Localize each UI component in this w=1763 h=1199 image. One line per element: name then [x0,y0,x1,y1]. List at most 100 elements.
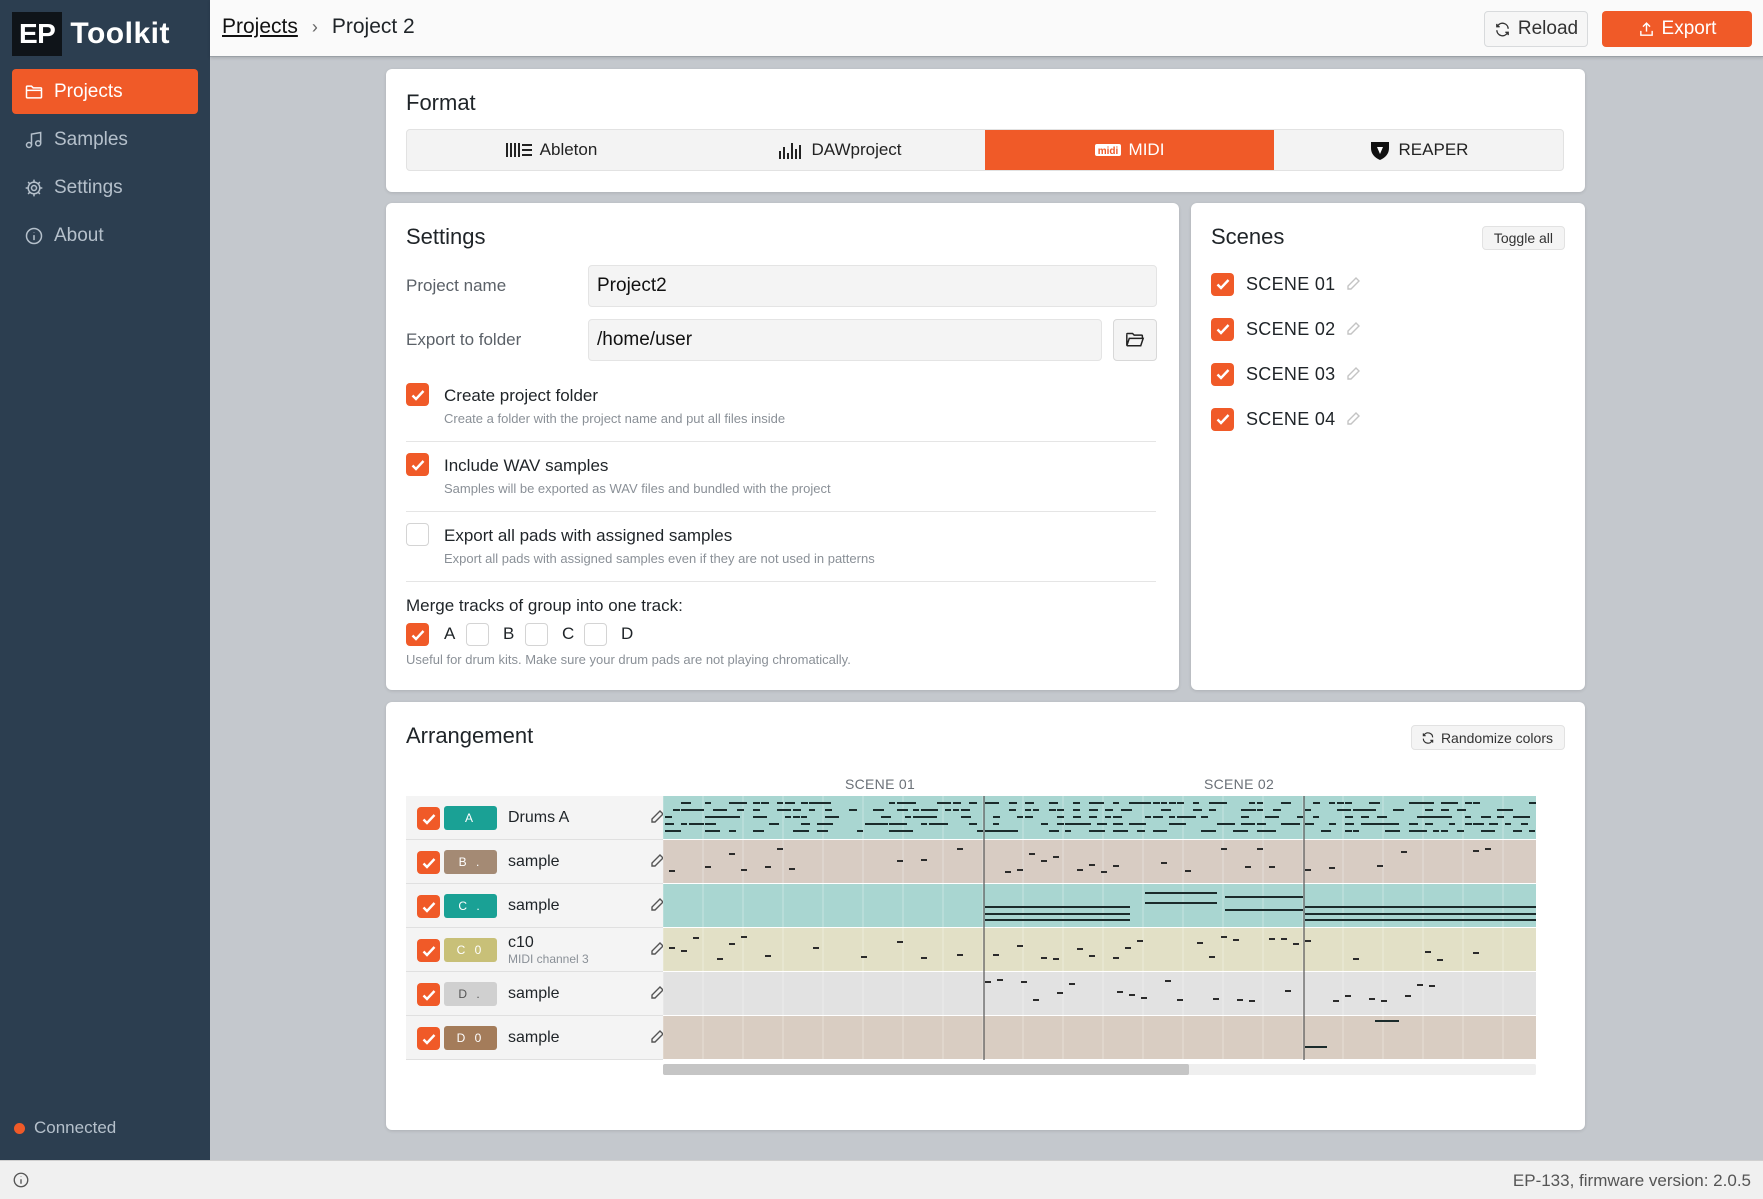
refresh-icon [1496,22,1509,36]
format-title: Format [406,90,476,115]
horizontal-scrollbar[interactable] [663,1064,1536,1075]
note [1049,830,1059,832]
sidebar-item-projects[interactable]: Projects [12,69,198,114]
scene-checkbox[interactable] [1211,317,1234,341]
pencil-icon[interactable] [1345,366,1361,382]
note [1057,992,1063,994]
note [889,830,898,832]
note [985,802,993,804]
option-description: Samples will be exported as WAV files an… [444,481,831,496]
track-badge: D 0 [444,1026,497,1050]
note [1281,938,1287,940]
sidebar-item-samples[interactable]: Samples [12,117,198,162]
note [1265,830,1276,832]
note [881,823,888,825]
note [813,947,819,949]
pencil-icon[interactable] [1345,276,1361,292]
scene-checkbox[interactable] [1211,407,1234,431]
note [1137,830,1145,832]
note [1377,865,1383,867]
connection-status: Connected [14,1118,116,1138]
note [1009,830,1018,832]
note [953,802,961,804]
pencil-icon[interactable] [1345,411,1361,427]
note [741,869,747,871]
scene-label: SCENE 03 [1246,363,1336,384]
format-option-reaper[interactable]: REAPER [1274,130,1563,170]
sidebar-item-about[interactable]: About [12,213,198,258]
note [669,947,675,949]
note [1333,1000,1339,1002]
create-project-folder-checkbox[interactable] [406,383,429,406]
note [1033,999,1039,1001]
note [921,823,927,825]
merge-group-c-checkbox[interactable] [525,623,548,646]
note [1345,995,1351,997]
track-checkbox[interactable] [417,851,440,874]
note [1269,938,1275,940]
breadcrumb-projects-link[interactable]: Projects [222,15,298,39]
note [1385,830,1393,832]
note [1049,809,1056,811]
track-badge: D . [444,982,497,1006]
merge-group-label: A [444,624,456,643]
note [1405,995,1411,997]
track-name: sample [508,985,560,1002]
track-checkbox[interactable] [417,1027,440,1050]
reload-button[interactable]: Reload [1484,11,1588,47]
info-icon[interactable] [12,1171,30,1189]
pencil-icon[interactable] [1345,321,1361,337]
note [1217,823,1225,825]
note [769,823,779,825]
note [1281,823,1290,825]
note [713,809,722,811]
export-all-pads-checkbox[interactable] [406,523,429,546]
merge-group-a-checkbox[interactable] [406,623,429,646]
check-icon [411,629,424,641]
project-name-input[interactable]: Project2 [588,265,1157,307]
track-checkbox[interactable] [417,983,440,1006]
format-option-dawproject[interactable]: DAWproject [696,130,985,170]
note [945,802,951,804]
note [793,809,801,811]
arrangement-grid[interactable] [663,796,1536,1060]
note [929,809,938,811]
note [945,809,951,811]
note [1217,802,1227,804]
track-checkbox[interactable] [417,807,440,830]
note [1113,823,1123,825]
note [1353,958,1359,960]
merge-group-d-checkbox[interactable] [584,623,607,646]
scene-checkbox[interactable] [1211,362,1234,386]
divider [406,581,1156,582]
status-bar: EP-133, firmware version: 2.0.5 [0,1160,1763,1199]
merge-group-b-checkbox[interactable] [466,623,489,646]
note [1329,823,1336,825]
format-option-midi[interactable]: midi MIDI [985,130,1274,170]
note [1265,816,1274,818]
note [849,809,857,811]
option-title: Include WAV samples [444,456,609,475]
format-option-ableton[interactable]: Ableton [407,130,696,170]
scrollbar-thumb[interactable] [663,1064,1189,1075]
browse-folder-button[interactable] [1113,319,1157,361]
toggle-all-button[interactable]: Toggle all [1481,226,1565,250]
track-checkbox[interactable] [417,939,440,962]
note [1369,809,1376,811]
note [873,823,881,825]
note [1165,980,1171,982]
track-checkbox[interactable] [417,895,440,918]
note [1213,998,1219,1000]
export-button[interactable]: Export [1602,11,1752,47]
note [1353,809,1361,811]
export-folder-input[interactable]: /home/user [588,319,1102,361]
app-logo: EP Toolkit [12,12,170,56]
note [817,830,828,832]
note [785,816,791,818]
include-wav-checkbox[interactable] [406,453,429,476]
note [1141,997,1147,999]
scene-checkbox[interactable] [1211,272,1234,296]
note [1375,1020,1399,1022]
sidebar-item-settings[interactable]: Settings [12,165,198,210]
randomize-colors-button[interactable]: Randomize colors [1410,725,1565,750]
